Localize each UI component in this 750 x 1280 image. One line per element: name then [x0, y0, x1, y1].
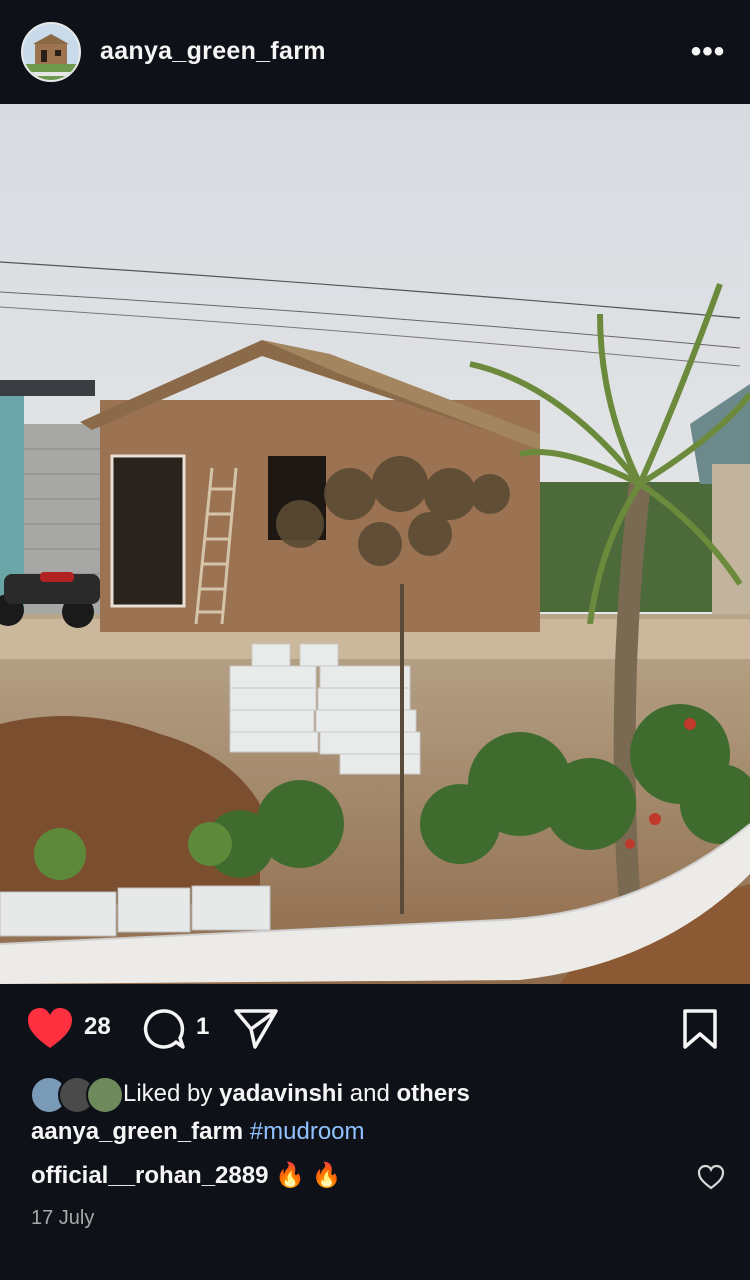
comment-icon[interactable] [142, 1007, 186, 1051]
liked-by-prefix: Liked by [123, 1080, 220, 1107]
more-options-icon[interactable]: ••• [688, 35, 728, 68]
top-comment: official__rohan_2889 🔥 🔥 [31, 1161, 342, 1190]
like-heart-icon[interactable] [26, 1006, 74, 1050]
liked-by-middle: and [343, 1080, 397, 1107]
caption-hashtag[interactable]: #mudroom [250, 1118, 365, 1145]
bookmark-icon[interactable] [681, 1008, 719, 1050]
comment-text: 🔥 🔥 [275, 1162, 342, 1189]
avatar-image [23, 24, 79, 80]
caption: aanya_green_farm #mudroom [31, 1118, 365, 1146]
header-username[interactable]: aanya_green_farm [100, 37, 326, 66]
liked-by-text: Liked by yadavinshi and others [123, 1080, 470, 1108]
post-date: 17 July [31, 1207, 95, 1229]
liker-avatar [86, 1076, 124, 1114]
liked-by-others[interactable]: others [397, 1080, 470, 1107]
caption-username[interactable]: aanya_green_farm [31, 1118, 243, 1145]
post-header: aanya_green_farm ••• [0, 0, 750, 104]
photo-illustration [0, 104, 750, 984]
post-photo[interactable] [0, 104, 750, 984]
comment-count[interactable]: 1 [196, 1013, 209, 1041]
comment-like-heart-icon[interactable] [697, 1164, 725, 1190]
liked-by-user[interactable]: yadavinshi [219, 1080, 343, 1107]
comment-username[interactable]: official__rohan_2889 [31, 1162, 268, 1189]
liker-avatars [30, 1076, 124, 1114]
send-icon[interactable] [233, 1007, 279, 1049]
profile-avatar[interactable] [21, 22, 81, 82]
like-count[interactable]: 28 [84, 1013, 111, 1041]
liked-by-row[interactable]: Liked by yadavinshi and others [30, 1075, 470, 1114]
